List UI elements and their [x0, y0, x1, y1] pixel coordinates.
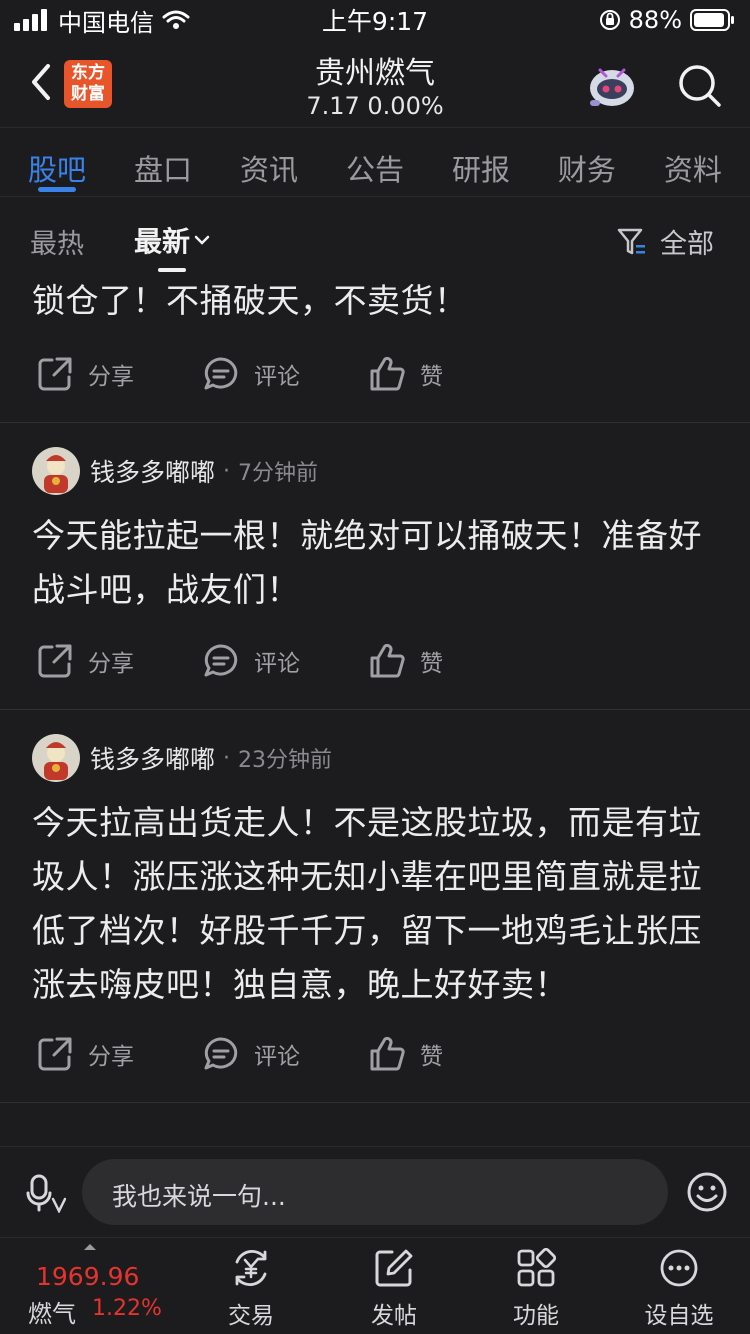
sort-newest-label: 最新 — [134, 225, 191, 258]
author-name[interactable]: 钱多多嘟嘟 — [90, 740, 215, 776]
comment-input[interactable]: 我也来说一句... — [82, 1159, 668, 1225]
nav-post[interactable]: 发帖 — [339, 1248, 449, 1330]
post-actions: 分享 评论 赞 — [36, 642, 443, 680]
quote-name: 燃气 — [28, 1300, 76, 1328]
nav-add-watchlist-label: 设自选 — [644, 1303, 714, 1329]
post-author[interactable]: 钱多多嘟嘟 · 23分钟前 — [32, 734, 332, 782]
grid-icon — [517, 1248, 556, 1287]
filter-label: 全部 — [660, 229, 714, 260]
battery-icon — [690, 9, 734, 31]
comment-icon — [204, 1037, 238, 1070]
comment-bar: 我也来说一句... — [0, 1146, 750, 1236]
comment-icon — [204, 357, 238, 390]
like-button[interactable]: 赞 — [368, 1035, 443, 1073]
status-bar: 中国电信 上午9:17 88% — [0, 0, 750, 40]
share-label: 分享 — [88, 1044, 134, 1070]
post-content[interactable]: 今天拉高出货走人！不是这股垃圾，而是有垃圾人！涨压涨这种无知小辈在吧里简直就是拉… — [32, 796, 722, 1012]
filter-button[interactable]: 全部 — [616, 222, 714, 261]
bottom-nav: 1969.96 燃气 1.22% 交易 发帖 功能 设自选 — [0, 1237, 750, 1334]
quote-change-percent: 1.22% — [92, 1296, 162, 1321]
separator-dot: · — [223, 458, 231, 484]
battery-percent: 88% — [628, 6, 682, 34]
post-content[interactable]: 今天能拉起一根！就绝对可以捅破天！准备好战斗吧，战友们！ — [32, 509, 722, 617]
share-icon — [38, 1037, 72, 1071]
comment-button[interactable]: 评论 — [202, 1035, 368, 1073]
post-time: 23分钟前 — [238, 748, 333, 773]
index-quote[interactable]: 1969.96 燃气 1.22% — [0, 1238, 178, 1334]
post-actions: 分享 评论 赞 — [36, 355, 443, 393]
post-actions: 分享 评论 赞 — [36, 1035, 443, 1073]
thumbs-up-icon — [370, 1036, 405, 1071]
avatar[interactable] — [32, 734, 80, 782]
search-icon[interactable] — [676, 62, 722, 108]
share-button[interactable]: 分享 — [36, 355, 202, 393]
share-button[interactable]: 分享 — [36, 642, 202, 680]
nav-functions[interactable]: 功能 — [481, 1248, 591, 1330]
carrier-name: 中国电信 — [58, 8, 154, 37]
like-label: 赞 — [420, 651, 443, 677]
avatar-figure-icon — [44, 742, 68, 780]
voice-input-icon[interactable] — [26, 1173, 66, 1213]
chevron-down-icon — [194, 235, 210, 245]
author-name[interactable]: 钱多多嘟嘟 — [90, 453, 215, 489]
post-time: 7分钟前 — [238, 461, 319, 486]
avatar[interactable] — [32, 447, 80, 495]
tab-bar: 股吧 盘口 资讯 公告 研报 财务 资料 — [0, 129, 750, 197]
signal-icon — [14, 9, 47, 31]
sort-newest[interactable]: 最新 — [134, 220, 210, 260]
nav-trade[interactable]: 交易 — [196, 1248, 306, 1330]
yen-cycle-icon — [235, 1250, 267, 1286]
tab-announcements[interactable]: 公告 — [346, 129, 404, 196]
sort-bar: 最热 最新 全部 — [0, 198, 750, 278]
emoji-icon[interactable] — [686, 1171, 728, 1213]
wifi-icon — [162, 10, 190, 29]
tab-guba[interactable]: 股吧 — [28, 129, 86, 196]
like-label: 赞 — [420, 1044, 443, 1070]
comment-label: 评论 — [254, 364, 300, 390]
thumbs-up-icon — [370, 643, 405, 678]
nav-add-watchlist[interactable]: 设自选 — [624, 1248, 734, 1330]
share-label: 分享 — [88, 651, 134, 677]
sort-active-indicator — [158, 268, 186, 272]
post-divider — [0, 422, 750, 423]
tab-research[interactable]: 研报 — [452, 129, 510, 196]
edit-icon — [375, 1249, 413, 1287]
nav-functions-label: 功能 — [513, 1303, 559, 1329]
share-button[interactable]: 分享 — [36, 1035, 202, 1073]
like-button[interactable]: 赞 — [368, 355, 443, 393]
comment-button[interactable]: 评论 — [202, 355, 368, 393]
post-divider — [0, 709, 750, 710]
share-icon — [38, 357, 72, 391]
nav-trade-label: 交易 — [228, 1303, 274, 1329]
post-divider — [0, 1102, 750, 1103]
orientation-lock-icon — [599, 10, 620, 30]
tab-pankou[interactable]: 盘口 — [134, 129, 192, 196]
share-icon — [38, 644, 72, 678]
tab-finance[interactable]: 财务 — [558, 129, 616, 196]
tab-news[interactable]: 资讯 — [240, 129, 298, 196]
avatar-figure-icon — [44, 455, 68, 493]
filter-icon — [617, 228, 645, 254]
share-label: 分享 — [88, 364, 134, 390]
stock-header: 东方 财富 贵州燃气 7.17 0.00% — [0, 40, 750, 128]
robot-assistant-icon[interactable] — [586, 64, 638, 110]
like-label: 赞 — [420, 364, 443, 390]
comment-button[interactable]: 评论 — [202, 642, 368, 680]
comment-label: 评论 — [254, 1044, 300, 1070]
comment-label: 评论 — [254, 651, 300, 677]
post-content[interactable]: 锁仓了！不捅破天，不卖货！ — [32, 274, 722, 328]
comment-icon — [204, 644, 238, 677]
sort-hot[interactable]: 最热 — [30, 222, 84, 261]
thumbs-up-icon — [370, 356, 405, 391]
like-button[interactable]: 赞 — [368, 642, 443, 680]
separator-dot: · — [223, 745, 231, 771]
caret-up-icon — [84, 1244, 96, 1250]
post-author[interactable]: 钱多多嘟嘟 · 7分钟前 — [32, 447, 318, 495]
nav-post-label: 发帖 — [371, 1303, 417, 1329]
more-icon — [660, 1249, 698, 1287]
tab-profile[interactable]: 资料 — [664, 129, 722, 196]
quote-price: 1969.96 — [36, 1262, 140, 1291]
